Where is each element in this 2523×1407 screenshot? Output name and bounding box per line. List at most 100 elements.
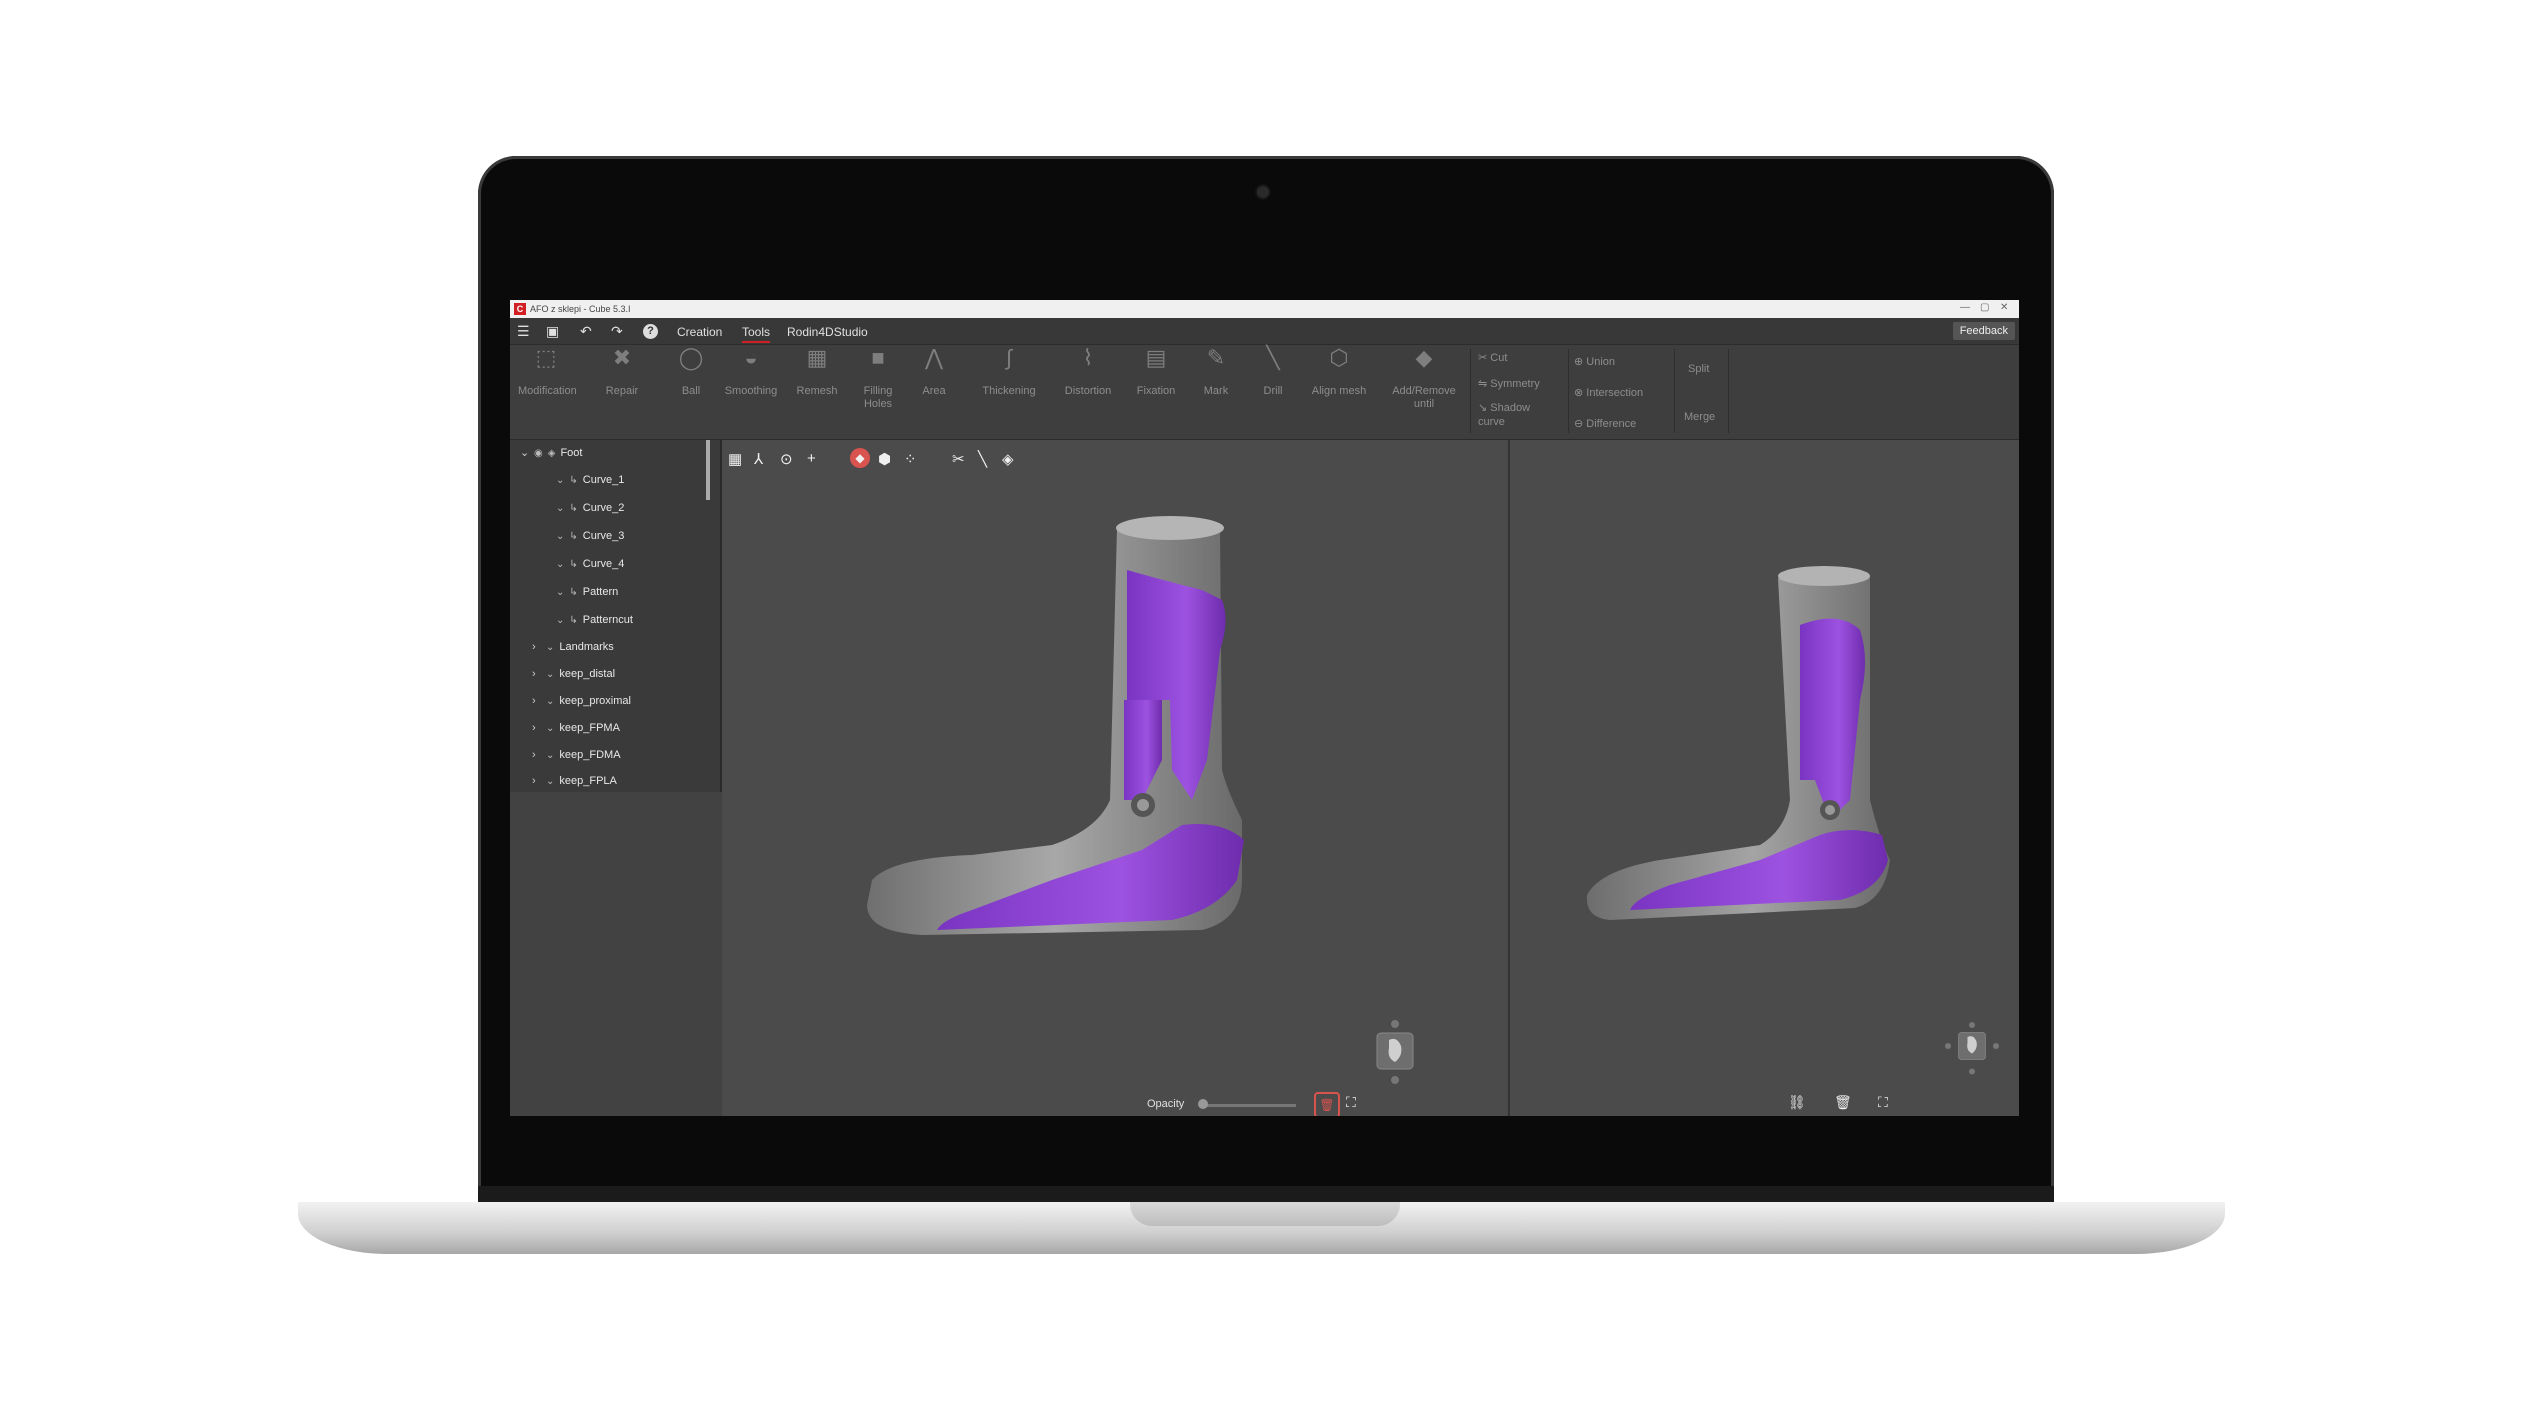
tree-item-root[interactable]: ⌄ ◉ ◈ Foot	[520, 446, 582, 459]
distortion-tool[interactable]: ⌇ Distortion	[1055, 347, 1121, 398]
chevron-right-icon[interactable]: ›	[532, 641, 546, 653]
laptop-bezel	[478, 1186, 2054, 1202]
tree-item[interactable]: ⌄ ↳ Pattern	[556, 586, 618, 598]
tab-creation[interactable]: Creation	[677, 325, 722, 339]
chevron-down-icon[interactable]: ⌄	[520, 446, 534, 459]
help-icon[interactable]: ?	[643, 324, 658, 339]
tool-label: Filling Holes	[863, 385, 893, 410]
fit-view-icon[interactable]: ⛶	[1878, 1094, 1888, 1111]
chevron-right-icon[interactable]: ›	[532, 695, 546, 707]
add-remove-icon: ◆	[1415, 345, 1433, 370]
align-mesh-tool[interactable]: ⬡ Align mesh	[1303, 345, 1375, 398]
chevron-right-icon[interactable]: ›	[532, 749, 546, 761]
tree-item-label: Landmarks	[559, 641, 614, 653]
split-tool[interactable]: Split	[1688, 363, 1709, 375]
tree-item[interactable]: ⌄ ↳ Curve_4	[556, 558, 624, 570]
align-mesh-icon: ⬡	[1329, 345, 1349, 370]
merge-tool[interactable]: Merge	[1684, 411, 1715, 423]
viewport-main[interactable]: ▦ ⅄ ⊙ + ◆ ⬢ ⁘ ✂ ╲ ◈ Opacity 🗑 ⛶	[722, 440, 1506, 1116]
undo-icon[interactable]: ↶	[580, 323, 592, 340]
filling-holes-tool[interactable]: ■ Filling Holes	[856, 347, 900, 411]
eye-icon[interactable]: ⌄	[556, 587, 564, 598]
union-tool[interactable]: ⊕ Union	[1574, 355, 1615, 368]
chevron-right-icon[interactable]: ›	[532, 668, 546, 680]
save-icon[interactable]: ▣	[546, 323, 559, 340]
cut-tool[interactable]: ✂ Cut	[1478, 351, 1507, 364]
repair-tool[interactable]: ✖ Repair	[602, 347, 642, 398]
tree-group[interactable]: › ⌄ keep_distal	[532, 668, 615, 680]
chevron-right-icon[interactable]: ›	[532, 775, 546, 787]
view-cube[interactable]	[1942, 1014, 2002, 1084]
tree-item[interactable]: ⌄ ↳ Curve_1	[556, 474, 624, 486]
tree-group[interactable]: › ⌄ keep_FDMA	[532, 749, 621, 761]
minimize-icon[interactable]: —	[1960, 302, 1970, 313]
tool-label: Smoothing	[724, 385, 778, 397]
ribbon-separator	[1470, 349, 1471, 433]
eye-icon[interactable]: ⌄	[556, 615, 564, 626]
viewport-secondary[interactable]: ⛓ 🗑 ⛶	[1508, 440, 2019, 1116]
eye-icon[interactable]: ◉	[534, 448, 543, 459]
add-remove-until-tool[interactable]: ◆ Add/Remove until	[1384, 345, 1464, 411]
chevron-right-icon[interactable]: ›	[532, 722, 546, 734]
view-cube[interactable]	[1365, 1018, 1425, 1088]
redo-icon[interactable]: ↷	[611, 323, 623, 340]
tree-item[interactable]: ⌄ ↳ Curve_3	[556, 530, 624, 542]
tool-label: Merge	[1684, 411, 1716, 423]
tree-group[interactable]: › ⌄ keep_proximal	[532, 695, 631, 707]
delete-icon[interactable]: 🗑	[1834, 1094, 1852, 1111]
tree-scrollbar[interactable]	[706, 440, 710, 500]
tree-item[interactable]: ⌄ ↳ Curve_2	[556, 502, 624, 514]
opacity-slider[interactable]	[1200, 1104, 1296, 1107]
eye-icon[interactable]: ⌄	[546, 642, 554, 653]
mark-tool[interactable]: ✎ Mark	[1196, 347, 1236, 398]
feedback-button[interactable]: Feedback	[1952, 322, 2015, 340]
intersection-tool[interactable]: ⊗ Intersection	[1574, 386, 1643, 399]
maximize-icon[interactable]: ▢	[1980, 302, 1989, 313]
remesh-tool[interactable]: ▦ Remesh	[792, 345, 842, 398]
eye-icon[interactable]: ⌄	[546, 776, 554, 787]
tab-rodin4dstudio[interactable]: Rodin4DStudio	[787, 325, 868, 339]
ball-tool[interactable]: ◯ Ball	[673, 347, 709, 398]
eye-icon[interactable]: ⌄	[546, 669, 554, 680]
tree-group[interactable]: › ⌄ keep_FPMA	[532, 722, 620, 734]
smoothing-tool[interactable]: ◒ Smoothing	[716, 347, 786, 398]
area-tool[interactable]: ⋀ Area	[916, 347, 952, 398]
eye-icon[interactable]: ⌄	[556, 559, 564, 570]
difference-tool[interactable]: ⊖ Difference	[1574, 417, 1636, 430]
tool-label: Repair	[605, 385, 639, 397]
drill-tool[interactable]: ╲ Drill	[1253, 347, 1293, 398]
hamburger-menu-icon[interactable]: ☰	[517, 323, 530, 340]
delete-icon[interactable]: 🗑	[1314, 1092, 1340, 1116]
eye-icon[interactable]: ⌄	[556, 475, 564, 486]
link-icon[interactable]: ⛓	[1788, 1094, 1806, 1111]
mesh-icon: ◈	[547, 448, 556, 459]
thickening-icon: ∫	[1005, 345, 1013, 370]
remesh-icon: ▦	[806, 345, 828, 370]
tree-item-label: keep_FPMA	[559, 722, 620, 734]
tree-item[interactable]: ⌄ ↳ Patterncut	[556, 614, 633, 626]
eye-icon[interactable]: ⌄	[546, 750, 554, 761]
modification-tool[interactable]: ⬚ Modification	[518, 345, 577, 398]
close-icon[interactable]: ✕	[2000, 302, 2008, 313]
eye-icon[interactable]: ⌄	[546, 723, 554, 734]
tree-item-label: keep_FDMA	[559, 749, 621, 761]
modification-icon: ⬚	[535, 345, 557, 370]
opacity-slider-handle[interactable]	[1198, 1099, 1208, 1109]
eye-icon[interactable]: ⌄	[546, 696, 554, 707]
tree-group[interactable]: › ⌄ keep_FPLA	[532, 775, 617, 787]
curve-icon: ↳	[569, 615, 578, 626]
thickening-tool[interactable]: ∫ Thickening	[973, 345, 1045, 398]
tool-label: Fixation	[1136, 385, 1176, 397]
shadow-curve-tool[interactable]: ↘ Shadow curve	[1478, 401, 1530, 429]
tab-tools[interactable]: Tools	[742, 325, 771, 343]
ribbon-separator	[1568, 349, 1569, 433]
symmetry-tool[interactable]: ⇋ Symmetry	[1478, 377, 1540, 390]
tool-label: Area	[922, 385, 946, 397]
curve-icon: ↳	[569, 587, 578, 598]
tree-group[interactable]: › ⌄ Landmarks	[532, 641, 614, 653]
tool-label: Ball	[681, 385, 701, 397]
eye-icon[interactable]: ⌄	[556, 531, 564, 542]
fit-view-icon[interactable]: ⛶	[1346, 1094, 1356, 1111]
eye-icon[interactable]: ⌄	[556, 503, 564, 514]
fixation-tool[interactable]: ▤ Fixation	[1129, 347, 1183, 398]
